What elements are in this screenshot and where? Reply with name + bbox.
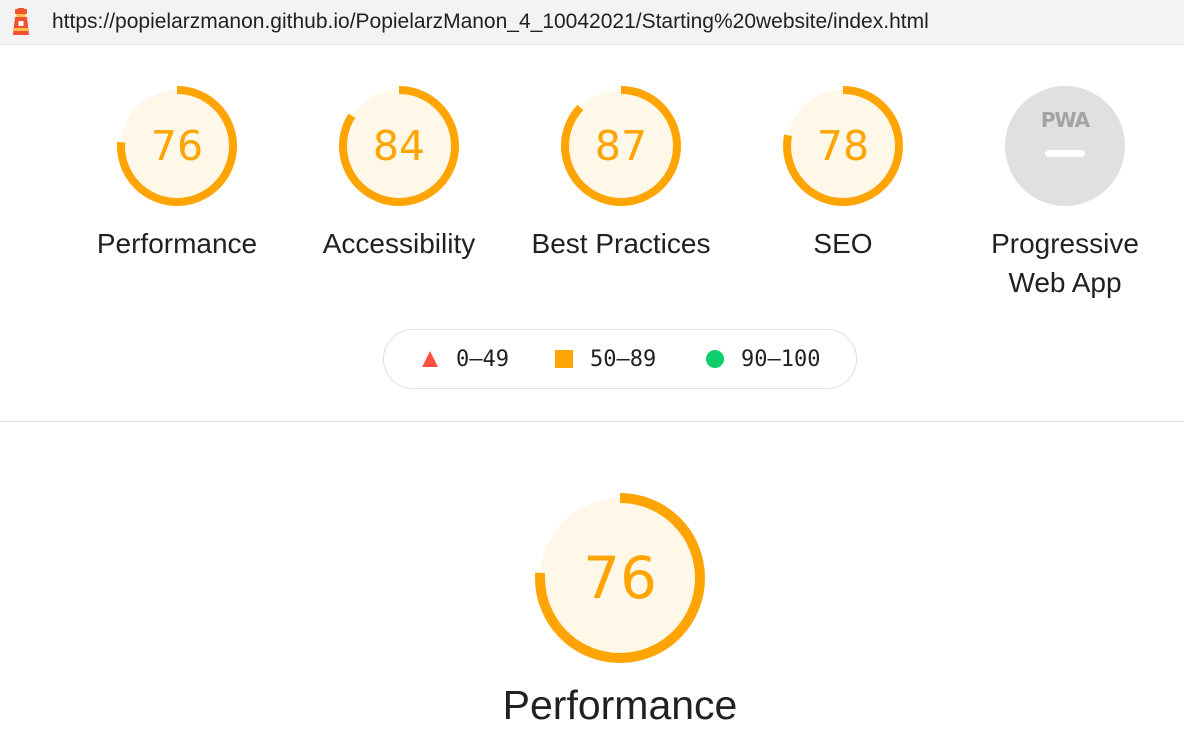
category-label: SEO [813,228,873,259]
legend-range: 90–100 [741,346,821,372]
score-value: 84 [373,122,425,170]
pwa-dash [1045,150,1085,157]
gauge-performance[interactable]: 76 Performance [67,84,287,263]
page-url[interactable]: https://popielarzmanon.github.io/Popiela… [52,10,929,34]
pwa-badge-icon: PWA [1005,86,1125,206]
section-title: Performance [502,682,738,728]
triangle-icon [422,351,438,367]
legend-range: 50–89 [590,346,657,372]
address-bar: https://popielarzmanon.github.io/Popiela… [0,0,1184,45]
score-value: 76 [151,122,203,170]
square-icon [555,350,573,368]
score-gauge-accessibility: 84 [339,86,459,206]
pwa-label-line2: Web App [1008,267,1122,298]
score-scale-legend: 0–49 50–89 90–100 [383,329,857,389]
legend-item-fail: 0–49 [421,330,509,388]
gauge-accessibility[interactable]: 84 Accessibility [289,84,509,263]
legend-range: 0–49 [456,346,509,372]
category-label: Performance [96,228,258,259]
score-gauge-seo: 78 [783,86,903,206]
section-divider [0,421,1184,422]
score-value: 76 [583,544,657,612]
score-value: 78 [817,122,869,170]
category-label: Progressive Web App [955,224,1175,302]
performance-section-gauge: 76 Performance [470,490,770,730]
score-gauge-large: 76 [535,493,705,663]
category-label: Best Practices [531,228,711,259]
gauge-pwa[interactable]: PWA Progressive Web App [955,84,1175,302]
gauge-best-practices[interactable]: 87 Best Practices [511,84,731,263]
legend-item-average: 50–89 [555,330,656,388]
pwa-badge-text: PWA [1041,108,1091,132]
gauge-seo[interactable]: 78 SEO [733,84,953,263]
score-gauge-best-practices: 87 [561,86,681,206]
circle-icon [706,350,724,368]
pwa-label-line1: Progressive [991,228,1139,259]
score-gauge-performance: 76 [117,86,237,206]
legend-item-pass: 90–100 [706,330,820,388]
category-label: Accessibility [322,228,476,259]
lighthouse-icon [13,8,29,35]
score-value: 87 [595,122,647,170]
